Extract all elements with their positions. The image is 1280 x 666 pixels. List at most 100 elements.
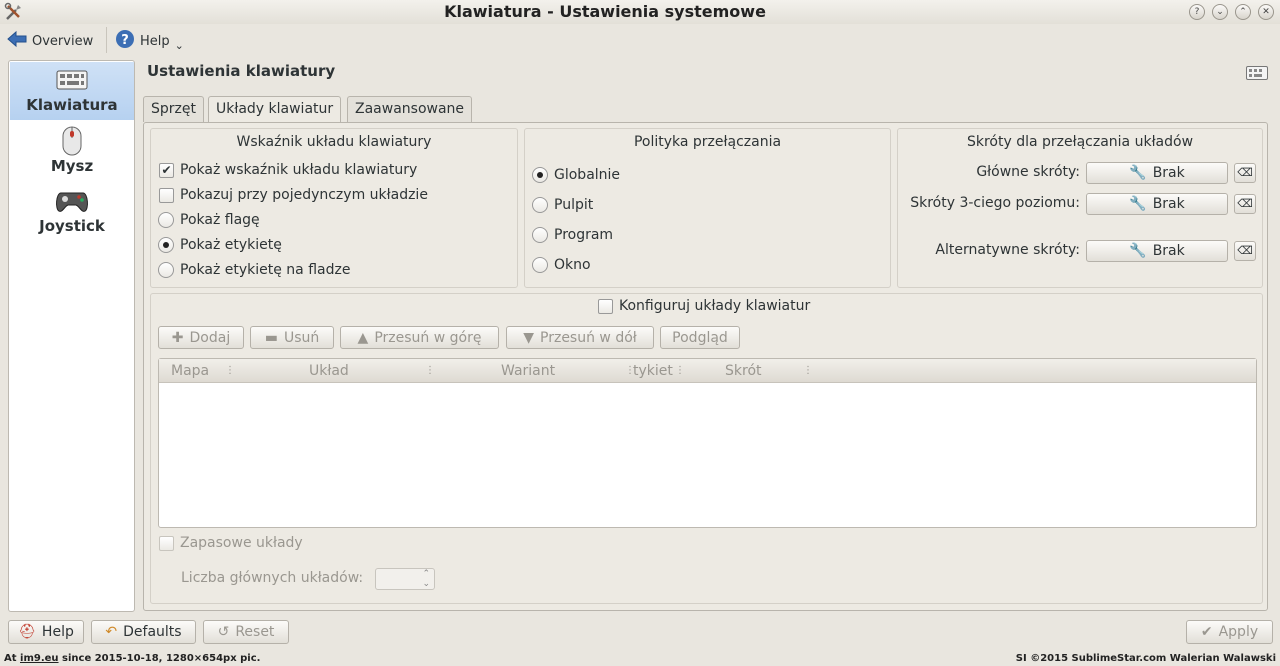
policy-group: Polityka przełączania Globalnie Pulpit P… [524,128,891,288]
button-label: Podgląd [672,329,728,346]
close-button[interactable]: ✕ [1258,4,1274,20]
option-label: Pokaż wskaźnik układu klawiatury [180,162,418,178]
main-shortcut-button[interactable]: 🔧 Brak [1086,162,1228,184]
minimize-button[interactable]: ⌄ [1212,4,1228,20]
spare-layouts-checkbox[interactable]: Zapasowe układy [159,535,303,551]
button-label: Przesuń w górę [374,329,482,346]
level3-shortcut-button[interactable]: 🔧 Brak [1086,193,1228,215]
radio-circle [532,227,548,243]
level3-shortcut-label: Skróty 3-ciego poziomu: [910,195,1080,211]
radio-circle [158,262,174,278]
column-header-map[interactable]: Mapa [171,363,209,379]
configure-layouts-checkbox[interactable]: Konfiguruj układy klawiatur [598,298,810,314]
keyboard-icon [1246,66,1268,84]
column-grip: ⋮ [425,365,435,376]
watermark-bar: At im9.eu since 2015-10-18, 1280×654px p… [0,652,1280,666]
shortcut-value: Brak [1152,196,1185,212]
window-title: Klawiatura - Ustawienia systemowe [444,2,766,21]
global-radio[interactable]: Globalnie [532,167,620,183]
application-radio[interactable]: Program [532,227,613,243]
button-label: Reset [235,624,275,640]
show-label-radio[interactable]: Pokaż etykietę [158,237,282,253]
sidebar: Klawiatura Mysz Joystick [8,60,135,612]
checkbox-box [159,187,174,203]
radio-circle [158,237,174,253]
main-layouts-count-label: Liczba głównych układów: [181,570,364,586]
button-label: Defaults [123,624,182,640]
window-radio[interactable]: Okno [532,257,591,273]
column-header-shortcut[interactable]: Skrót [725,363,762,379]
move-up-button[interactable]: ▲ Przesuń w górę [340,326,499,349]
help-label: Help [140,33,170,49]
column-header-label[interactable]: tykiet [633,363,673,379]
gamepad-icon [55,187,89,215]
watermark-prefix: At [4,653,21,664]
group-title: Skróty dla przełączania układów [966,134,1194,150]
option-label: Pokaż etykietę [180,237,282,253]
radio-circle [532,197,548,213]
column-grip: ⋮ [225,365,235,376]
move-down-button[interactable]: ▼ Przesuń w dół [506,326,654,349]
remove-button[interactable]: ▬ Usuń [250,326,334,349]
svg-text:?: ? [121,33,129,48]
button-label: Dodaj [189,329,231,346]
arrow-up-icon: ▲ [357,329,369,346]
help-menu-button[interactable]: ? Help ⌄ [115,30,184,52]
option-label: Globalnie [554,167,621,183]
tab-advanced[interactable]: Zaawansowane [347,96,473,122]
watermark-site: im9.eu [20,653,59,664]
column-header-variant[interactable]: Wariant [501,363,555,379]
show-indicator-checkbox[interactable]: ✔ Pokaż wskaźnik układu klawiatury [159,162,417,178]
clear-shortcut-icon[interactable]: ⌫ [1234,163,1256,183]
wrench-icon: 🔧 [1129,243,1147,259]
main-shortcut-label: Główne skróty: [976,164,1080,180]
reset-button[interactable]: ↺ Reset [203,620,289,644]
column-header-layout[interactable]: Układ [309,363,349,379]
tab-layouts[interactable]: Układy klawiatur [208,96,342,123]
option-label: Program [554,227,614,243]
button-label: Przesuń w dół [540,329,637,346]
maximize-button[interactable]: ⌃ [1235,4,1251,20]
option-label: Zapasowe układy [180,535,303,551]
option-label: Pokaż etykietę na fladze [180,262,351,278]
clear-shortcut-icon[interactable]: ⌫ [1234,194,1256,214]
alt-shortcut-button[interactable]: 🔧 Brak [1086,240,1228,262]
overview-button[interactable]: Overview [7,30,93,52]
column-grip: ⋮ [803,365,813,376]
checkmark-icon: ✔ [159,162,174,178]
option-label: Konfiguruj układy klawiatur [619,298,811,314]
label-on-flag-radio[interactable]: Pokaż etykietę na fladze [158,262,350,278]
sidebar-item-label: Mysz [50,157,94,175]
button-label: Usuń [283,329,320,346]
tab-hardware[interactable]: Sprzęt [143,96,204,122]
page-title: Ustawienia klawiatury [147,62,336,80]
button-label: Help [41,624,74,640]
sidebar-item-joystick[interactable]: Joystick [10,185,134,243]
help-window-button[interactable]: ? [1189,4,1205,20]
sidebar-item-keyboard[interactable]: Klawiatura [10,62,134,120]
sidebar-item-mouse[interactable]: Mysz [10,123,134,181]
watermark-credit: SI ©2015 SublimeStar.com Walerian Walaws… [1015,653,1276,664]
desktop-radio[interactable]: Pulpit [532,197,593,213]
option-label: Pokaż flagę [180,212,260,228]
sidebar-item-label: Klawiatura [26,96,118,114]
group-title: Wskaźnik układu klawiatury [236,134,432,150]
help-icon: ⛑ [18,624,36,640]
defaults-button[interactable]: ↶ Defaults [91,620,196,644]
clear-shortcut-icon[interactable]: ⌫ [1234,241,1256,261]
checkbox-box [598,298,613,314]
layouts-table[interactable]: Mapa ⋮ Układ ⋮ Wariant ⋮ tykiet ⋮ Skrót … [158,358,1257,528]
single-layout-checkbox[interactable]: Pokazuj przy pojedynczym układzie [159,187,428,203]
apply-button[interactable]: ✔ Apply [1186,620,1273,644]
option-label: Pulpit [554,197,594,213]
help-button[interactable]: ⛑ Help [8,620,84,644]
sidebar-item-label: Joystick [39,217,105,235]
shortcut-value: Brak [1152,165,1185,181]
preview-button[interactable]: Podgląd [660,326,740,349]
option-label: Okno [554,257,591,273]
add-button[interactable]: ✚ Dodaj [158,326,244,349]
main-layouts-count-spinbox[interactable]: ⌃ ⌄ [375,568,435,590]
radio-circle [158,212,174,228]
show-flag-radio[interactable]: Pokaż flagę [158,212,260,228]
mouse-icon [60,125,84,157]
